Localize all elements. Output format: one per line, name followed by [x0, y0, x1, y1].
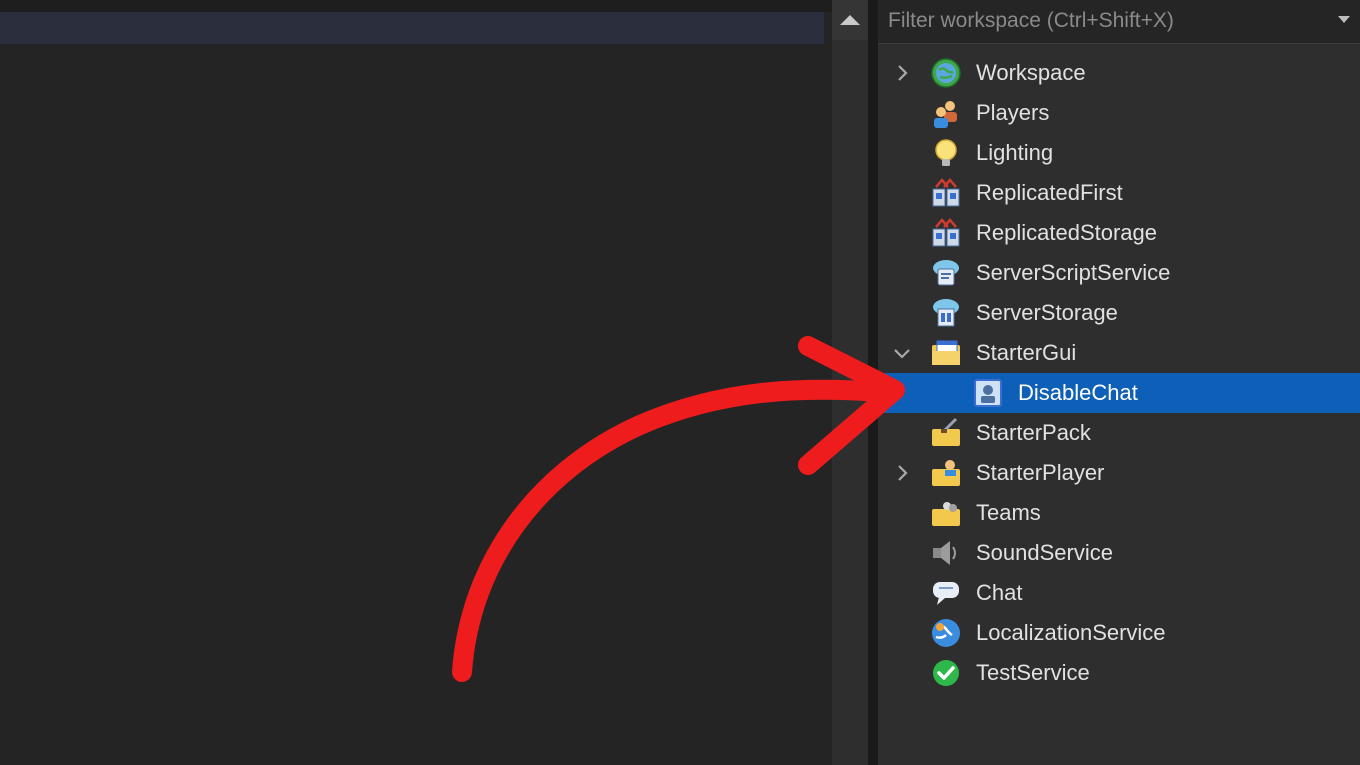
explorer-item-workspace[interactable]: Workspace	[878, 53, 1360, 93]
editor-current-line	[0, 12, 824, 44]
explorer-item-label: ReplicatedFirst	[976, 180, 1123, 205]
explorer-item-label: StarterPlayer	[976, 460, 1105, 485]
speaker-icon	[930, 537, 962, 569]
explorer-item-label: ServerStorage	[976, 300, 1118, 325]
explorer-item-label: ReplicatedStorage	[976, 220, 1158, 245]
triangle-up-icon	[840, 15, 860, 25]
explorer-item-label: ServerScriptService	[976, 260, 1171, 285]
explorer-panel: Workspace Players Lighting ReplicatedFirst R…	[878, 0, 1360, 765]
scroll-up-button[interactable]	[832, 0, 868, 40]
explorer-item-replicatedfirst[interactable]: ReplicatedFirst	[878, 173, 1360, 213]
folder-gui-icon	[930, 337, 962, 369]
checkmark-icon	[930, 657, 962, 689]
explorer-item-disablechat[interactable]: DisableChat	[878, 373, 1360, 413]
explorer-item-label: StarterGui	[976, 340, 1077, 365]
explorer-item-label: LocalizationService	[976, 620, 1166, 645]
explorer-item-localizationservice[interactable]: LocalizationService	[878, 613, 1360, 653]
chevron-right-icon[interactable]	[892, 63, 912, 83]
folder-teams-icon	[930, 497, 962, 529]
chevron-down-icon[interactable]	[892, 343, 912, 363]
editor-scrollbar[interactable]	[832, 0, 868, 765]
lightbulb-icon	[930, 137, 962, 169]
explorer-item-starterplayer[interactable]: StarterPlayer	[878, 453, 1360, 493]
explorer-item-teams[interactable]: Teams	[878, 493, 1360, 533]
explorer-item-label: Players	[976, 100, 1050, 125]
explorer-item-label: TestService	[976, 660, 1090, 685]
explorer-item-label: Workspace	[976, 60, 1086, 85]
globe-icon	[930, 57, 962, 89]
explorer-tree: Workspace Players Lighting ReplicatedFirst R…	[878, 53, 1360, 693]
players-icon	[930, 97, 962, 129]
explorer-item-label: StarterPack	[976, 420, 1091, 445]
editor-top-strip	[0, 0, 832, 12]
localization-icon	[930, 617, 962, 649]
explorer-item-players[interactable]: Players	[878, 93, 1360, 133]
explorer-item-startergui[interactable]: StarterGui	[878, 333, 1360, 373]
replicated-icon	[930, 177, 962, 209]
explorer-item-label: Chat	[976, 580, 1023, 605]
chat-bubble-icon	[930, 577, 962, 609]
explorer-item-starterpack[interactable]: StarterPack	[878, 413, 1360, 453]
filter-workspace-input[interactable]	[878, 0, 1318, 42]
explorer-item-testservice[interactable]: TestService	[878, 653, 1360, 693]
screen-gui-icon	[972, 377, 1004, 409]
panel-divider[interactable]	[868, 0, 878, 765]
explorer-item-label: Teams	[976, 500, 1041, 525]
chevron-down-icon[interactable]	[1338, 16, 1350, 23]
explorer-item-label: Lighting	[976, 140, 1054, 165]
explorer-item-label: DisableChat	[1018, 380, 1138, 405]
server-script-icon	[930, 257, 962, 289]
folder-player-icon	[930, 457, 962, 489]
studio-window: Workspace Players Lighting ReplicatedFirst R…	[0, 0, 1360, 765]
filter-bar	[878, 0, 1360, 44]
script-editor[interactable]	[0, 0, 832, 765]
explorer-item-label: SoundService	[976, 540, 1113, 565]
explorer-item-serverscriptservice[interactable]: ServerScriptService	[878, 253, 1360, 293]
server-storage-icon	[930, 297, 962, 329]
explorer-item-replicatedstorage[interactable]: ReplicatedStorage	[878, 213, 1360, 253]
chevron-right-icon[interactable]	[892, 463, 912, 483]
explorer-item-soundservice[interactable]: SoundService	[878, 533, 1360, 573]
explorer-item-lighting[interactable]: Lighting	[878, 133, 1360, 173]
folder-pack-icon	[930, 417, 962, 449]
explorer-item-chat[interactable]: Chat	[878, 573, 1360, 613]
replicated-icon	[930, 217, 962, 249]
explorer-item-serverstorage[interactable]: ServerStorage	[878, 293, 1360, 333]
